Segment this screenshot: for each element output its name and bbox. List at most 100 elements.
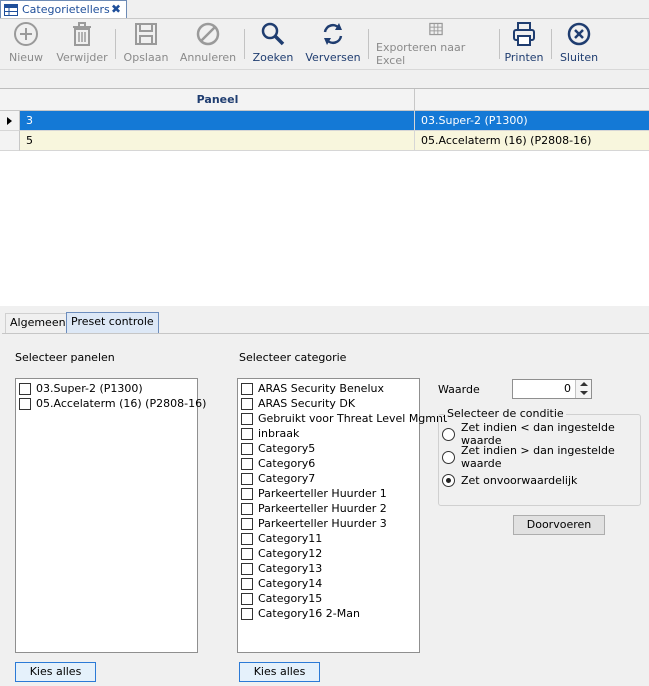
row-name-cell[interactable]: 03.Super-2 (P1300) bbox=[415, 111, 649, 131]
list-item[interactable]: Category16 2-Man bbox=[241, 606, 360, 621]
cancel-icon bbox=[196, 22, 220, 46]
table-row[interactable]: 5 05.Accelaterm (16) (P2808-16) bbox=[0, 131, 649, 151]
checkbox[interactable] bbox=[241, 412, 253, 425]
list-item-label: Category5 bbox=[258, 442, 316, 455]
checkbox[interactable] bbox=[241, 457, 253, 470]
table-icon bbox=[4, 3, 18, 16]
spin-up-icon[interactable] bbox=[580, 382, 588, 386]
tab-preset-controle[interactable]: Preset controle bbox=[66, 312, 159, 333]
apply-button[interactable]: Doorvoeren bbox=[513, 515, 605, 535]
close-button[interactable]: Sluiten bbox=[558, 21, 600, 67]
checkbox[interactable] bbox=[241, 592, 253, 605]
list-item[interactable]: Parkeerteller Huurder 3 bbox=[241, 516, 387, 531]
radio-label: Zet onvoorwaardelijk bbox=[461, 473, 578, 487]
checkbox[interactable] bbox=[19, 397, 31, 410]
new-button[interactable]: Nieuw bbox=[6, 21, 46, 67]
list-item-label: Parkeerteller Huurder 1 bbox=[258, 487, 387, 500]
radio-greater-than[interactable]: Zet indien > dan ingestelde waarde bbox=[442, 444, 649, 470]
grid-header: Paneel bbox=[0, 89, 649, 111]
checkbox[interactable] bbox=[241, 577, 253, 590]
column-header-paneel[interactable]: Paneel bbox=[20, 89, 415, 111]
new-button-label: Nieuw bbox=[8, 51, 44, 64]
waarde-spin-buttons[interactable] bbox=[575, 380, 591, 398]
checkbox[interactable] bbox=[241, 382, 253, 395]
list-item[interactable]: Category5 bbox=[241, 441, 315, 456]
detail-panel: Algemeen Preset controle Selecteer panel… bbox=[0, 306, 649, 686]
save-button[interactable]: Opslaan bbox=[121, 21, 171, 67]
list-item[interactable]: Category15 bbox=[241, 591, 322, 606]
toolbar-separator bbox=[115, 29, 116, 59]
export-excel-button[interactable]: Exporteren naar Excel bbox=[376, 21, 496, 67]
list-item[interactable]: 05.Accelaterm (16) (P2808-16) bbox=[19, 396, 206, 411]
checkbox[interactable] bbox=[241, 442, 253, 455]
delete-button[interactable]: Verwijder bbox=[54, 21, 110, 67]
list-item[interactable]: Category6 bbox=[241, 456, 315, 471]
list-item[interactable]: Category13 bbox=[241, 561, 322, 576]
select-all-panels-button[interactable]: Kies alles bbox=[15, 662, 96, 682]
checkbox[interactable] bbox=[241, 607, 253, 620]
table-row[interactable]: 3 03.Super-2 (P1300) bbox=[0, 111, 649, 131]
preset-tab-body: Selecteer panelen 03.Super-2 (P1300) 05.… bbox=[2, 333, 649, 686]
toolbar-separator bbox=[551, 29, 552, 59]
column-divider[interactable] bbox=[414, 89, 415, 111]
list-item[interactable]: Category7 bbox=[241, 471, 315, 486]
search-button-label: Zoeken bbox=[252, 51, 294, 64]
close-tab-icon[interactable]: ✖ bbox=[111, 2, 121, 16]
spin-down-icon[interactable] bbox=[580, 391, 588, 395]
list-item[interactable]: ARAS Security Benelux bbox=[241, 381, 384, 396]
current-row-arrow-icon bbox=[7, 117, 12, 125]
list-item[interactable]: 03.Super-2 (P1300) bbox=[19, 381, 143, 396]
export-excel-button-label: Exporteren naar Excel bbox=[376, 41, 466, 67]
list-item[interactable]: inbraak bbox=[241, 426, 299, 441]
waarde-stepper[interactable]: 0 bbox=[512, 379, 592, 399]
checkbox[interactable] bbox=[241, 517, 253, 530]
row-name-cell[interactable]: 05.Accelaterm (16) (P2808-16) bbox=[415, 131, 649, 151]
radio-button[interactable] bbox=[442, 450, 455, 464]
list-item[interactable]: Gebruikt voor Threat Level Mgmnt bbox=[241, 411, 447, 426]
condition-legend: Selecteer de conditie bbox=[445, 407, 566, 420]
checkbox[interactable] bbox=[241, 472, 253, 485]
list-item[interactable]: Parkeerteller Huurder 1 bbox=[241, 486, 387, 501]
panel-grid[interactable]: Paneel 3 03.Super-2 (P1300) 5 05.Accelat… bbox=[0, 88, 649, 306]
document-tab[interactable]: Categorietellers ✖ bbox=[0, 0, 127, 18]
list-item-label: Category12 bbox=[258, 547, 323, 560]
row-id-cell[interactable]: 5 bbox=[20, 131, 415, 151]
checkbox[interactable] bbox=[241, 547, 253, 560]
list-item-label: Category16 2-Man bbox=[258, 607, 360, 620]
checkbox[interactable] bbox=[241, 427, 253, 440]
radio-less-than[interactable]: Zet indien < dan ingestelde waarde bbox=[442, 421, 649, 447]
checkbox[interactable] bbox=[241, 562, 253, 575]
list-item[interactable]: Parkeerteller Huurder 2 bbox=[241, 501, 387, 516]
row-id-cell[interactable]: 3 bbox=[20, 111, 415, 131]
radio-unconditional[interactable]: Zet onvoorwaardelijk bbox=[442, 472, 577, 488]
print-button[interactable]: Printen bbox=[502, 21, 546, 67]
checkbox[interactable] bbox=[241, 532, 253, 545]
select-panels-label: Selecteer panelen bbox=[15, 351, 115, 364]
list-item-label: Parkeerteller Huurder 3 bbox=[258, 517, 387, 530]
select-all-categories-button[interactable]: Kies alles bbox=[239, 662, 320, 682]
list-item-label: 05.Accelaterm (16) (P2808-16) bbox=[36, 397, 207, 410]
list-item[interactable]: Category14 bbox=[241, 576, 322, 591]
categories-list[interactable]: ARAS Security Benelux ARAS Security DK G… bbox=[237, 378, 447, 653]
list-item[interactable]: Category11 bbox=[241, 531, 322, 546]
toolbar-separator bbox=[499, 29, 500, 59]
checkbox[interactable] bbox=[241, 397, 253, 410]
panels-list[interactable]: 03.Super-2 (P1300) 05.Accelaterm (16) (P… bbox=[15, 378, 206, 653]
row-indicator[interactable] bbox=[0, 131, 20, 151]
checkbox[interactable] bbox=[241, 502, 253, 515]
list-item[interactable]: ARAS Security DK bbox=[241, 396, 355, 411]
list-item[interactable]: Category12 bbox=[241, 546, 322, 561]
list-item-label: Category13 bbox=[258, 562, 323, 575]
tab-algemeen[interactable]: Algemeen bbox=[5, 313, 71, 333]
printer-icon bbox=[513, 22, 535, 46]
cancel-button[interactable]: Annuleren bbox=[178, 21, 238, 67]
list-item-label: Category6 bbox=[258, 457, 316, 470]
radio-button-selected[interactable] bbox=[442, 473, 455, 487]
refresh-button[interactable]: Verversen bbox=[304, 21, 362, 67]
checkbox[interactable] bbox=[241, 487, 253, 500]
radio-button[interactable] bbox=[442, 427, 455, 441]
row-indicator[interactable] bbox=[0, 111, 20, 131]
search-button[interactable]: Zoeken bbox=[250, 21, 296, 67]
list-item-label: ARAS Security Benelux bbox=[258, 382, 384, 395]
checkbox[interactable] bbox=[19, 382, 31, 395]
